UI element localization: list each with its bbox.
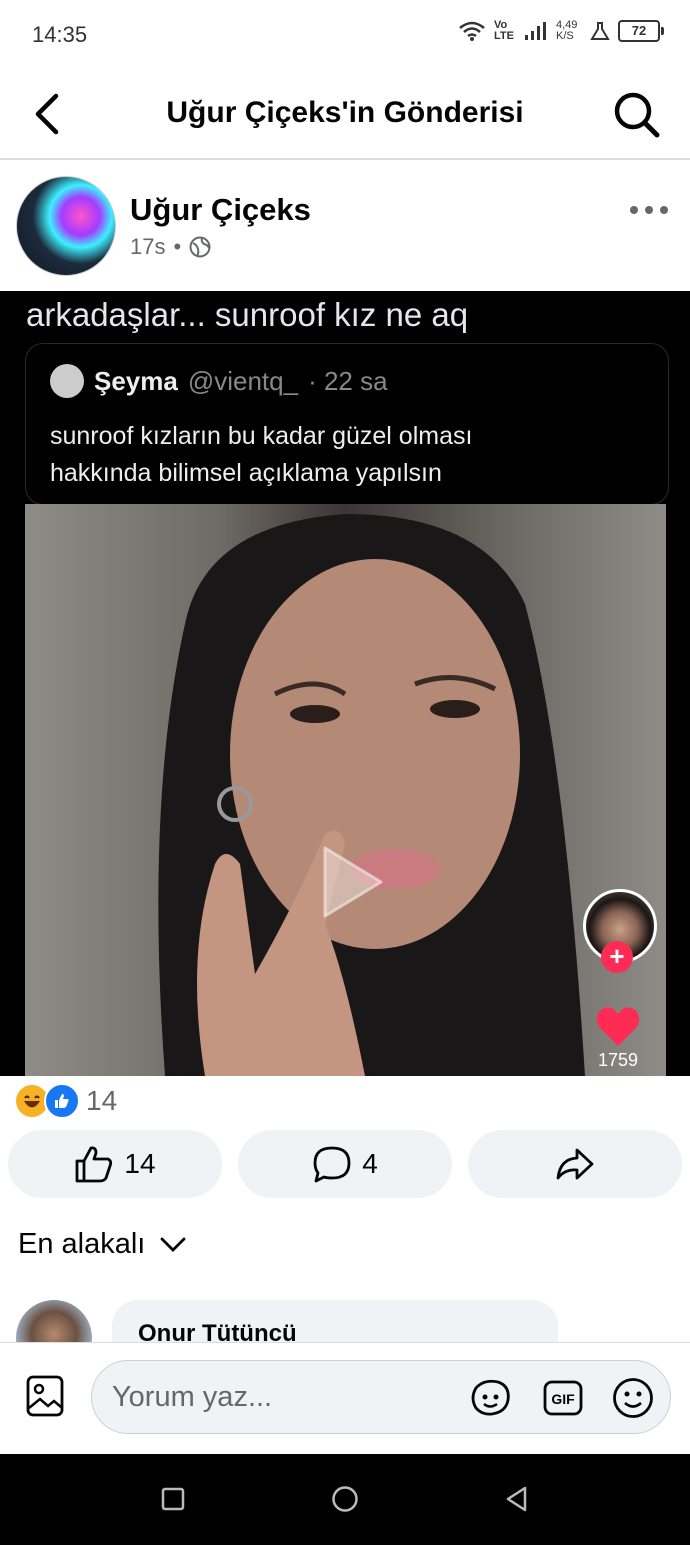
quoted-tweet: Şeyma @vientq_ · 22 sa sunroof kızların … bbox=[25, 343, 669, 505]
video-frame[interactable]: + 1759 bbox=[25, 504, 666, 1076]
status-bar: 14:35 Vo LTE 4,49 K/S 72 bbox=[0, 0, 690, 70]
comment-count: 4 bbox=[362, 1148, 378, 1179]
tweet-header: Şeyma @vientq_ · 22 sa bbox=[50, 364, 388, 398]
tweet-handle: @vientq_ bbox=[187, 365, 299, 396]
commenter-avatar[interactable] bbox=[16, 1300, 92, 1342]
post-author[interactable]: Uğur Çiçeks bbox=[130, 192, 311, 228]
author-avatar[interactable] bbox=[16, 176, 116, 276]
comment-item: Onur Tütüncü bbox=[0, 1300, 690, 1342]
comment-composer: GIF bbox=[0, 1342, 690, 1455]
tweet-text-line-2: hakkında bilimsel açıklama yapılsın bbox=[50, 459, 442, 487]
meta-separator: • bbox=[173, 234, 182, 259]
post-time[interactable]: 17s bbox=[130, 234, 165, 260]
wifi-icon bbox=[459, 21, 485, 41]
share-button[interactable] bbox=[468, 1130, 682, 1198]
back-icon[interactable] bbox=[502, 1484, 532, 1514]
chevron-down-icon bbox=[160, 1237, 186, 1252]
battery-icon: 72 bbox=[618, 20, 664, 42]
emoji-icon[interactable] bbox=[612, 1377, 654, 1419]
volte-label: Vo LTE bbox=[494, 19, 514, 42]
status-time: 14:35 bbox=[32, 22, 88, 47]
thumbs-up-icon bbox=[76, 1146, 113, 1183]
flask-icon bbox=[590, 22, 610, 40]
comment-sort-dropdown[interactable]: En alakalı bbox=[18, 1228, 187, 1261]
globe-icon bbox=[189, 236, 211, 258]
photo-icon[interactable] bbox=[26, 1375, 64, 1417]
network-speed: 4,49 K/S bbox=[556, 19, 578, 42]
comment-button[interactable]: 4 bbox=[238, 1130, 452, 1198]
comment-author[interactable]: Onur Tütüncü bbox=[138, 1320, 297, 1342]
avatar-sticker-icon[interactable] bbox=[468, 1378, 512, 1418]
like-count: 14 bbox=[124, 1148, 156, 1179]
post-meta: 17s • bbox=[130, 234, 211, 260]
system-nav-bar bbox=[0, 1454, 690, 1545]
more-options-icon[interactable] bbox=[628, 200, 670, 220]
play-icon[interactable] bbox=[317, 842, 387, 922]
heart-icon bbox=[596, 1007, 640, 1046]
sort-label: En alakalı bbox=[18, 1228, 146, 1260]
post-header: Uğur Çiçeks 17s • bbox=[0, 160, 690, 290]
recents-icon[interactable] bbox=[158, 1484, 188, 1514]
tweet-text: sunroof kızların bu kadar güzel olması h… bbox=[50, 418, 650, 492]
reaction-count: 14 bbox=[86, 1085, 118, 1116]
gif-icon[interactable]: GIF bbox=[543, 1380, 583, 1416]
signal-icon bbox=[525, 22, 546, 40]
search-icon[interactable] bbox=[612, 90, 660, 138]
tweet-time: · 22 sa bbox=[308, 365, 388, 396]
comment-input[interactable] bbox=[91, 1360, 671, 1434]
video-scene bbox=[158, 514, 586, 1076]
page-title: Uğur Çiçeks'in Gönderisi bbox=[166, 96, 524, 129]
tweet-avatar bbox=[50, 364, 84, 398]
like-icon bbox=[44, 1083, 80, 1119]
media-caption: arkadaşlar... sunroof kız ne aq bbox=[26, 296, 469, 333]
tweet-author: Şeyma bbox=[94, 365, 178, 396]
share-arrow-icon bbox=[556, 1148, 594, 1180]
home-icon[interactable] bbox=[330, 1484, 360, 1514]
status-icons: Vo LTE 4,49 K/S 72 bbox=[458, 19, 664, 42]
reactions-summary[interactable]: 14 bbox=[14, 1083, 117, 1119]
page-header: Uğur Çiçeks'in Gönderisi bbox=[0, 70, 690, 160]
tiktok-like-count: 1759 bbox=[597, 1050, 639, 1070]
svg-text:GIF: GIF bbox=[551, 1391, 575, 1407]
tiktok-follow-icon: + bbox=[601, 941, 633, 973]
tweet-text-line-1: sunroof kızların bu kadar güzel olması bbox=[50, 422, 473, 450]
post-media[interactable]: arkadaşlar... sunroof kız ne aq Şeyma @v… bbox=[0, 291, 690, 1076]
like-button[interactable]: 14 bbox=[8, 1130, 222, 1198]
comment-bubble-icon bbox=[313, 1146, 351, 1183]
